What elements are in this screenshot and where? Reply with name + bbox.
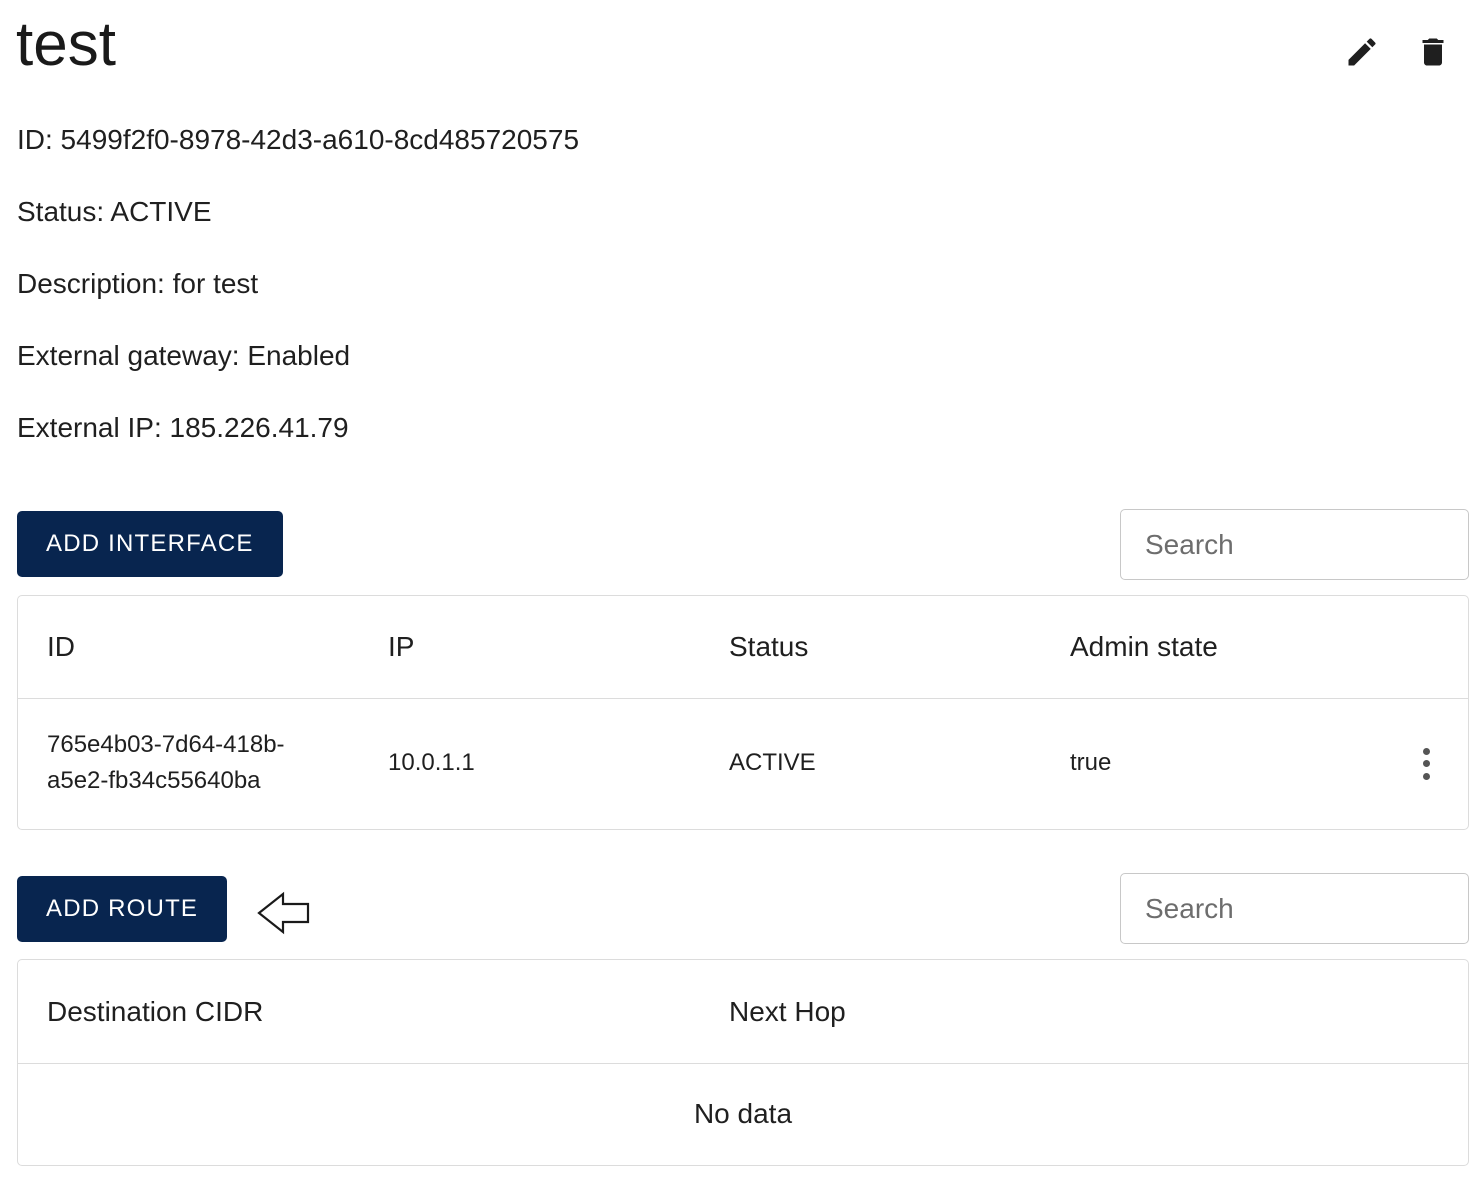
route-search-input[interactable] <box>1120 873 1469 944</box>
column-header-destination-cidr: Destination CIDR <box>47 995 264 1027</box>
column-header-admin-state: Admin state <box>1070 631 1218 662</box>
routes-table-header: Destination CIDR Next Hop <box>18 960 1468 1064</box>
table-row: 765e4b03-7d64-418b- a5e2-fb34c55640ba 10… <box>18 699 1468 828</box>
router-description: Description: for test <box>17 268 259 299</box>
routes-table: Destination CIDR Next Hop No data <box>17 959 1469 1166</box>
empty-row: No data <box>18 1064 1468 1164</box>
delete-button[interactable] <box>1411 30 1455 74</box>
arrow-left-icon <box>257 891 310 935</box>
add-route-button[interactable]: ADD ROUTE <box>17 876 228 942</box>
trash-icon <box>1422 38 1444 66</box>
pencil-icon <box>1348 38 1376 66</box>
interface-id-cell: 765e4b03-7d64-418b- a5e2-fb34c55640ba <box>47 727 285 799</box>
column-header-status: Status <box>729 631 809 662</box>
interfaces-table: ID IP Status Admin state 765e4b03-7d64-4… <box>17 595 1469 830</box>
router-id: ID: 5499f2f0-8978-42d3-a610-8cd485720575 <box>17 124 580 155</box>
interface-id-line2: a5e2-fb34c55640ba <box>47 767 261 794</box>
column-header-ip: IP <box>388 631 415 662</box>
page-title: test <box>16 10 116 79</box>
router-status: Status: ACTIVE <box>17 196 212 227</box>
interface-id-line1: 765e4b03-7d64-418b- <box>47 731 285 758</box>
interface-status-cell: ACTIVE <box>729 749 816 776</box>
no-data-text: No data <box>693 1098 793 1129</box>
column-header-next-hop: Next Hop <box>729 995 846 1027</box>
row-actions-menu-icon[interactable] <box>1412 744 1440 784</box>
interface-ip-cell: 10.0.1.1 <box>388 749 475 776</box>
external-gateway: External gateway: Enabled <box>17 340 351 371</box>
edit-button[interactable] <box>1340 30 1384 74</box>
external-ip: External IP: 185.226.41.79 <box>17 412 349 443</box>
interfaces-table-header: ID IP Status Admin state <box>18 596 1468 699</box>
column-header-id: ID <box>47 631 75 662</box>
interface-admin-state-cell: true <box>1070 749 1112 776</box>
interface-search-input[interactable] <box>1120 509 1469 580</box>
add-interface-button[interactable]: ADD INTERFACE <box>17 511 283 577</box>
